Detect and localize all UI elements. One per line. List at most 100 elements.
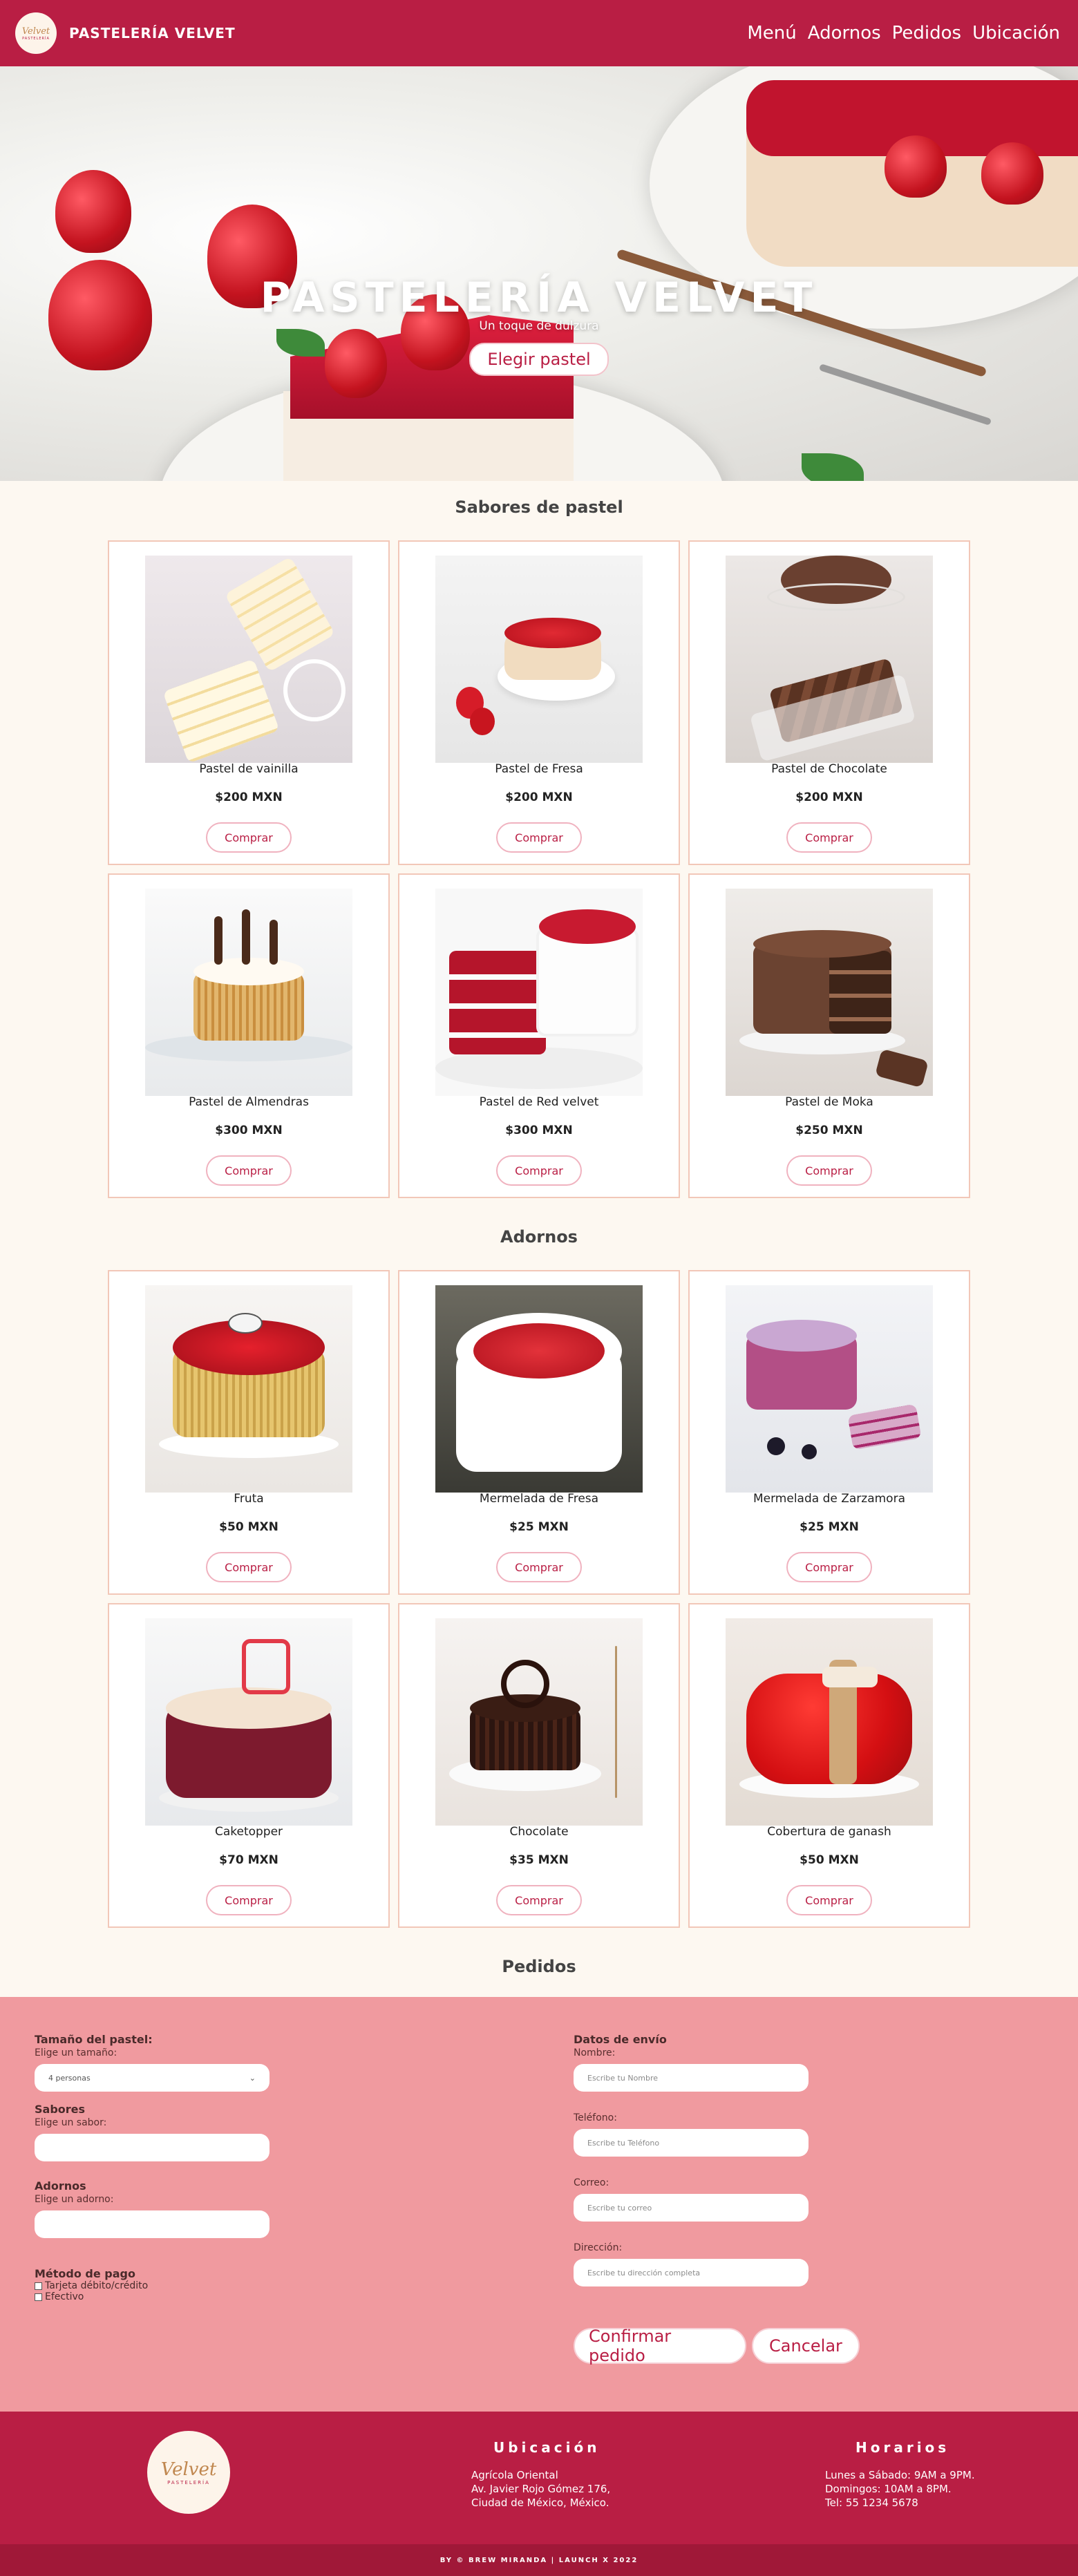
payment-label: Método de pago — [35, 2267, 135, 2280]
flavor-select[interactable] — [35, 2134, 270, 2161]
name-input[interactable]: Escribe tu Nombre — [574, 2064, 808, 2092]
nav-link-pedidos[interactable]: Pedidos — [892, 23, 961, 44]
chevron-down-icon: ⌄ — [249, 2073, 256, 2083]
nav-link-adornos[interactable]: Adornos — [808, 23, 881, 44]
copyright-bar: BY © BREW MIRANDA | LAUNCH X 2022 — [0, 2544, 1078, 2576]
footer-logo-text: Velvet — [160, 2459, 217, 2480]
footer-logo-subtext: PASTELERÍA — [167, 2480, 210, 2485]
brand-name: PASTELERÍA VELVET — [69, 25, 236, 41]
toppings-grid: Fruta $50 MXN Comprar Mermelada de Fresa… — [108, 1270, 970, 1928]
product-name: Cobertura de ganash — [767, 1825, 891, 1839]
product-name: Pastel de Red velvet — [479, 1095, 599, 1109]
caketopper-cake-image — [145, 1618, 352, 1826]
logo-subtext: PASTELERÍA — [22, 36, 50, 41]
product-price: $25 MXN — [800, 1520, 859, 1534]
orders-title: Pedidos — [502, 1957, 576, 1976]
strawberry-7 — [981, 142, 1043, 205]
strawberry-1 — [55, 170, 131, 253]
product-price: $35 MXN — [509, 1853, 569, 1867]
flavor-card-almendras: Pastel de Almendras $300 MXN Comprar — [108, 873, 390, 1198]
size-label: Tamaño del pastel: — [35, 2033, 153, 2046]
nav-link-menu[interactable]: Menú — [747, 23, 796, 44]
card-checkbox[interactable] — [35, 2282, 42, 2290]
flavor-sublabel: Elige un sabor: — [35, 2117, 107, 2128]
buy-button[interactable]: Comprar — [786, 1885, 872, 1915]
product-price: $200 MXN — [505, 790, 573, 804]
phone-input[interactable]: Escribe tu Teléfono — [574, 2129, 808, 2157]
brand[interactable]: Velvet PASTELERÍA PASTELERÍA VELVET — [15, 12, 236, 54]
buy-button[interactable]: Comprar — [496, 1885, 582, 1915]
orders-section: Pedidos Tamaño del pastel: Elige un tama… — [0, 1928, 1078, 2412]
topping-card-fruta: Fruta $50 MXN Comprar — [108, 1270, 390, 1595]
email-input[interactable]: Escribe tu correo — [574, 2194, 808, 2222]
confirm-order-button[interactable]: Confirmar pedido — [574, 2327, 746, 2365]
product-price: $300 MXN — [215, 1124, 283, 1137]
buy-button[interactable]: Comprar — [786, 1552, 872, 1582]
topping-card-mermelada-zarzamora: Mermelada de Zarzamora $25 MXN Comprar — [688, 1270, 970, 1595]
buy-button[interactable]: Comprar — [786, 822, 872, 853]
cash-checkbox[interactable] — [35, 2293, 42, 2301]
footer-hours: Horarios Lunes a Sábado: 9AM a 9PM. Domi… — [825, 2439, 975, 2510]
buy-button[interactable]: Comprar — [496, 1552, 582, 1582]
topping-select[interactable] — [35, 2210, 270, 2238]
size-select[interactable]: 4 personas ⌄ — [35, 2064, 270, 2092]
ganache-cake-image — [726, 1618, 933, 1826]
shipping-label: Datos de envío — [574, 2033, 667, 2046]
product-name: Mermelada de Fresa — [479, 1492, 599, 1506]
payment-option-cash[interactable]: Efectivo — [35, 2291, 270, 2302]
vanilla-cake-image — [145, 556, 352, 763]
footer: Velvet PASTELERÍA Ubicación Agrícola Ori… — [0, 2412, 1078, 2576]
product-price: $25 MXN — [509, 1520, 569, 1534]
topping-sublabel: Elige un adorno: — [35, 2194, 114, 2205]
order-form: Tamaño del pastel: Elige un tamaño: 4 pe… — [0, 1997, 1078, 2412]
size-sublabel: Elige un tamaño: — [35, 2047, 117, 2058]
strawberry-6 — [885, 135, 947, 198]
product-name: Pastel de Almendras — [189, 1095, 309, 1109]
logo[interactable]: Velvet PASTELERÍA — [15, 12, 57, 54]
email-placeholder: Escribe tu correo — [587, 2203, 652, 2213]
buy-button[interactable]: Comprar — [496, 1155, 582, 1186]
product-price: $50 MXN — [219, 1520, 278, 1534]
strawberry-jam-cake-image — [435, 1285, 643, 1493]
product-name: Caketopper — [214, 1825, 283, 1839]
buy-button[interactable]: Comprar — [786, 1155, 872, 1186]
buy-button[interactable]: Comprar — [206, 1885, 292, 1915]
buy-button[interactable]: Comprar — [496, 822, 582, 853]
order-left-column: Tamaño del pastel: Elige un tamaño: 4 pe… — [35, 2033, 270, 2302]
buy-button[interactable]: Comprar — [206, 822, 292, 853]
location-line-2: Av. Javier Rojo Gómez 176, — [471, 2483, 611, 2495]
address-label: Dirección: — [574, 2242, 623, 2253]
toppings-title: Adornos — [500, 1227, 578, 1247]
product-name: Fruta — [234, 1492, 264, 1506]
address-input[interactable]: Escribe tu dirección completa — [574, 2259, 808, 2286]
flavor-card-red-velvet: Pastel de Red velvet $300 MXN Comprar — [398, 873, 680, 1198]
blackberry-jam-cake-image — [726, 1285, 933, 1493]
buy-button[interactable]: Comprar — [206, 1552, 292, 1582]
chocolate-topping-cake-image — [435, 1618, 643, 1826]
hero-subtitle: Un toque de dulzura — [479, 319, 599, 333]
email-label: Correo: — [574, 2177, 609, 2188]
address-placeholder: Escribe tu dirección completa — [587, 2268, 701, 2277]
cancel-button[interactable]: Cancelar — [752, 2328, 860, 2364]
product-price: $250 MXN — [795, 1124, 863, 1137]
payment-option-card[interactable]: Tarjeta débito/crédito — [35, 2280, 270, 2291]
hours-line-1: Lunes a Sábado: 9AM a 9PM. — [825, 2469, 975, 2481]
product-price: $70 MXN — [219, 1853, 278, 1867]
logo-text: Velvet — [21, 26, 50, 37]
product-price: $300 MXN — [505, 1124, 573, 1137]
nav-link-ubicacion[interactable]: Ubicación — [972, 23, 1060, 44]
product-name: Pastel de Moka — [785, 1095, 873, 1109]
top-navbar: Velvet PASTELERÍA PASTELERÍA VELVET Menú… — [0, 0, 1078, 66]
payment-option-label: Tarjeta débito/crédito — [45, 2280, 149, 2291]
product-price: $200 MXN — [795, 790, 863, 804]
hero-title: PASTELERÍA VELVET — [260, 274, 818, 322]
footer-location: Ubicación Agrícola Oriental Av. Javier R… — [471, 2439, 610, 2510]
chocolate-cake-image — [726, 556, 933, 763]
product-name: Chocolate — [509, 1825, 569, 1839]
buy-button[interactable]: Comprar — [206, 1155, 292, 1186]
product-name: Pastel de Fresa — [495, 762, 583, 776]
flavor-card-chocolate: Pastel de Chocolate $200 MXN Comprar — [688, 540, 970, 865]
choose-cake-button[interactable]: Elegir pastel — [469, 343, 609, 376]
topping-card-mermelada-fresa: Mermelada de Fresa $25 MXN Comprar — [398, 1270, 680, 1595]
size-select-value: 4 personas — [48, 2073, 91, 2083]
